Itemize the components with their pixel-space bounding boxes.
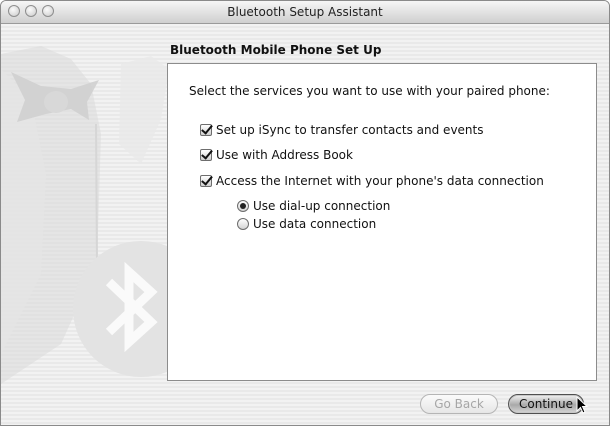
isync-checkbox[interactable] bbox=[200, 124, 212, 136]
setup-assistant-window: Bluetooth Setup Assistant Bluetooth Mobi… bbox=[0, 0, 610, 426]
services-prompt: Select the services you want to use with… bbox=[189, 84, 550, 98]
window-title: Bluetooth Setup Assistant bbox=[227, 5, 383, 19]
data-connection-option[interactable]: Use data connection bbox=[237, 217, 376, 231]
address-book-option[interactable]: Use with Address Book bbox=[200, 148, 353, 162]
services-panel: Select the services you want to use with… bbox=[167, 63, 597, 381]
pointer-cursor-icon bbox=[576, 396, 589, 414]
page-heading: Bluetooth Mobile Phone Set Up bbox=[170, 43, 382, 57]
data-connection-radio[interactable] bbox=[237, 218, 249, 230]
go-back-button[interactable]: Go Back bbox=[420, 394, 498, 414]
isync-label[interactable]: Set up iSync to transfer contacts and ev… bbox=[216, 123, 484, 137]
internet-option[interactable]: Access the Internet with your phone's da… bbox=[200, 174, 544, 188]
address-book-label[interactable]: Use with Address Book bbox=[216, 148, 353, 162]
dialup-radio[interactable] bbox=[237, 200, 249, 212]
isync-option[interactable]: Set up iSync to transfer contacts and ev… bbox=[200, 123, 484, 137]
tuxedo-artwork bbox=[1, 46, 171, 384]
assistant-content: Bluetooth Mobile Phone Set Up Select the… bbox=[1, 24, 609, 425]
continue-button[interactable]: Continue bbox=[508, 394, 584, 414]
internet-label[interactable]: Access the Internet with your phone's da… bbox=[216, 174, 544, 188]
title-bar[interactable]: Bluetooth Setup Assistant bbox=[1, 1, 609, 24]
address-book-checkbox[interactable] bbox=[200, 149, 212, 161]
data-connection-label[interactable]: Use data connection bbox=[253, 217, 376, 231]
dialup-option[interactable]: Use dial-up connection bbox=[237, 199, 390, 213]
dialup-label[interactable]: Use dial-up connection bbox=[253, 199, 390, 213]
internet-checkbox[interactable] bbox=[200, 175, 212, 187]
